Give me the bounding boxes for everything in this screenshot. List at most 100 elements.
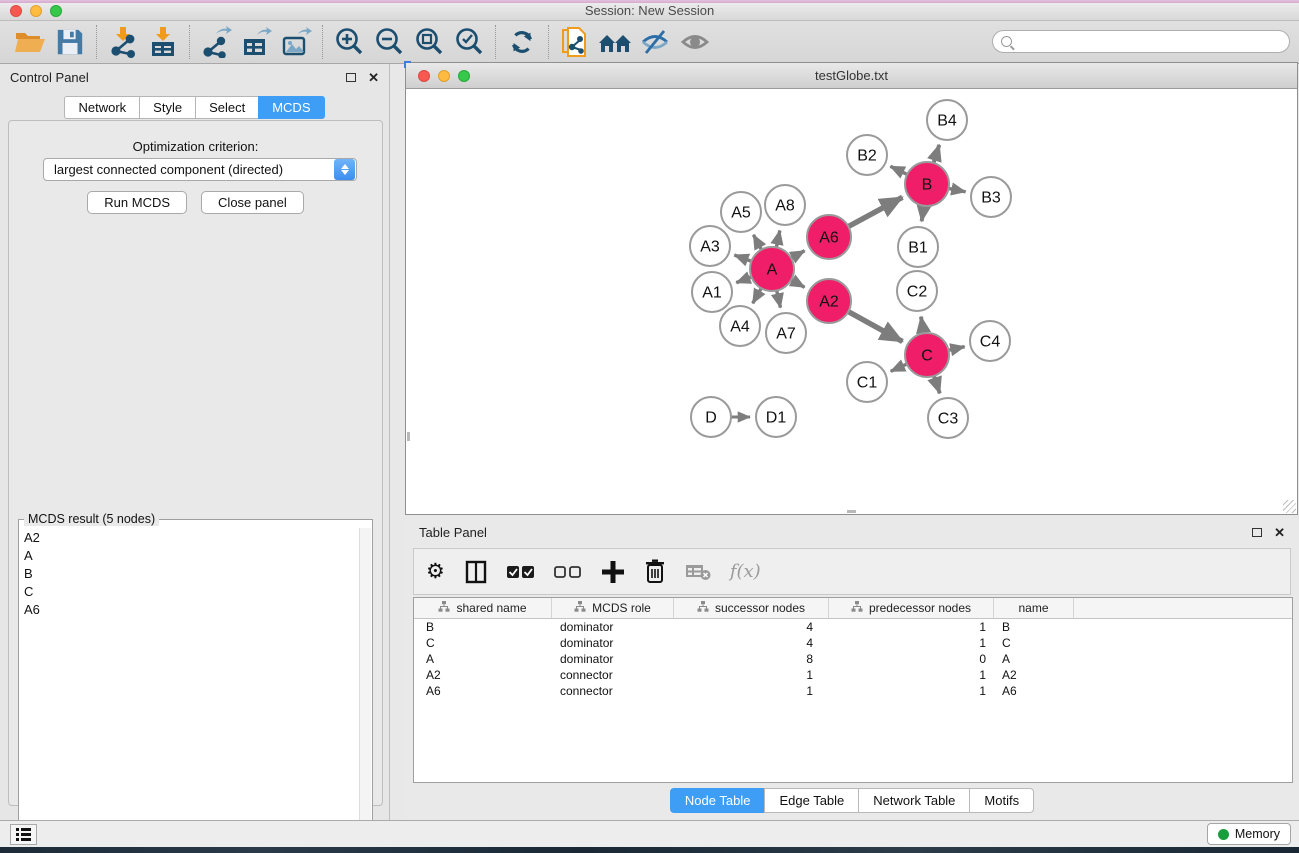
cell-predecessor-nodes[interactable]: 1 [829,684,994,698]
graph-node-A1[interactable]: A1 [692,272,732,312]
cell-name[interactable]: A6 [994,684,1074,698]
close-panel-icon[interactable]: ✕ [368,71,379,84]
result-item[interactable]: C [19,582,358,600]
graph-node-C3[interactable]: C3 [928,398,968,438]
edge-B-B4[interactable] [933,145,939,165]
cell-successor-nodes[interactable]: 1 [674,668,829,682]
table-row[interactable]: A6connector11A6 [414,683,1292,699]
float-panel-icon[interactable] [346,73,356,82]
graph-node-D[interactable]: D [691,397,731,437]
cell-predecessor-nodes[interactable]: 0 [829,652,994,666]
result-item[interactable]: A [19,546,358,564]
cell-predecessor-nodes[interactable]: 1 [829,636,994,650]
zoom-fit-button[interactable] [409,23,449,61]
graph-node-A[interactable]: A [750,247,794,291]
resize-grip-icon[interactable] [1283,500,1296,513]
graph-node-B2[interactable]: B2 [847,135,887,175]
cell-name[interactable]: C [994,636,1074,650]
graph-node-B4[interactable]: B4 [927,100,967,140]
function-builder-button[interactable]: f(x) [730,561,761,582]
graph-node-D1[interactable]: D1 [756,397,796,437]
export-table-button[interactable] [236,23,276,61]
cell-MCDS-role[interactable]: dominator [552,620,674,634]
close-panel-button[interactable]: Close panel [201,191,304,214]
column-layout-button[interactable] [464,560,488,584]
home-button[interactable] [595,23,635,61]
run-mcds-button[interactable]: Run MCDS [87,191,187,214]
task-history-button[interactable] [10,824,37,845]
graph-node-B[interactable]: B [905,162,949,206]
graph-node-A8[interactable]: A8 [765,185,805,225]
import-table-button[interactable] [143,23,183,61]
open-file-button[interactable] [10,23,50,61]
close-window-button[interactable] [10,5,22,17]
table-settings-button[interactable]: ⚙ [426,561,445,582]
show-panel-button[interactable] [675,23,715,61]
cell-successor-nodes[interactable]: 4 [674,636,829,650]
zoom-in-button[interactable] [329,23,369,61]
cell-MCDS-role[interactable]: dominator [552,652,674,666]
cell-name[interactable]: A2 [994,668,1074,682]
cell-name[interactable]: A [994,652,1074,666]
horizontal-scroll-thumb[interactable] [847,510,856,513]
select-all-button[interactable] [507,565,535,579]
table-row[interactable]: Cdominator41C [414,635,1292,651]
result-item[interactable]: A6 [19,600,358,618]
deselect-all-button[interactable] [554,565,582,579]
column-header-successor-nodes[interactable]: successor nodes [674,598,829,618]
network-minimize-button[interactable] [438,70,450,82]
graph-node-A7[interactable]: A7 [766,313,806,353]
tab-select[interactable]: Select [195,96,258,119]
close-table-panel-icon[interactable]: ✕ [1274,526,1285,539]
cell-MCDS-role[interactable]: connector [552,668,674,682]
graph-node-A3[interactable]: A3 [690,226,730,266]
search-box[interactable] [992,30,1290,53]
edge-A-A3[interactable] [734,255,753,262]
zoom-out-button[interactable] [369,23,409,61]
graph-node-A4[interactable]: A4 [720,306,760,346]
edge-A6-B[interactable] [847,197,903,227]
tab-mcds[interactable]: MCDS [258,96,324,119]
cell-MCDS-role[interactable]: connector [552,684,674,698]
add-column-button[interactable] [601,560,625,584]
cell-shared-name[interactable]: B [414,620,552,634]
tab-network-table[interactable]: Network Table [858,788,969,813]
column-header-predecessor-nodes[interactable]: predecessor nodes [829,598,994,618]
refresh-button[interactable] [502,23,542,61]
cell-shared-name[interactable]: A6 [414,684,552,698]
cell-successor-nodes[interactable]: 1 [674,684,829,698]
tab-network[interactable]: Network [64,96,139,119]
vertical-scroll-thumb[interactable] [407,432,410,441]
network-maximize-button[interactable] [458,70,470,82]
hide-panel-button[interactable] [635,23,675,61]
result-item[interactable]: B [19,564,358,582]
cell-name[interactable]: B [994,620,1074,634]
import-network-button[interactable] [103,23,143,61]
result-scrollbar[interactable] [359,528,371,853]
graph-node-A2[interactable]: A2 [807,279,851,323]
export-image-button[interactable] [276,23,316,61]
graph-node-C2[interactable]: C2 [897,271,937,311]
cell-predecessor-nodes[interactable]: 1 [829,668,994,682]
save-session-button[interactable] [50,23,90,61]
maximize-window-button[interactable] [50,5,62,17]
cell-MCDS-role[interactable]: dominator [552,636,674,650]
memory-button[interactable]: Memory [1207,823,1291,845]
graph-node-A6[interactable]: A6 [807,215,851,259]
clone-network-button[interactable] [555,23,595,61]
column-header-shared-name[interactable]: shared name [414,598,552,618]
cell-shared-name[interactable]: C [414,636,552,650]
cell-successor-nodes[interactable]: 8 [674,652,829,666]
delete-table-button[interactable] [685,563,711,581]
network-window-titlebar[interactable]: testGlobe.txt [406,63,1297,89]
table-row[interactable]: Bdominator41B [414,619,1292,635]
network-graph-canvas[interactable]: AA1A3A5A8A4A7A6A2BB2B4B3B1CC2C4C1C3DD1 [406,89,1297,514]
cell-shared-name[interactable]: A [414,652,552,666]
edge-A2-C[interactable] [847,311,903,342]
delete-column-button[interactable] [644,559,666,584]
edge-C-C3[interactable] [933,374,939,393]
table-row[interactable]: Adominator80A [414,651,1292,667]
minimize-window-button[interactable] [30,5,42,17]
network-close-button[interactable] [418,70,430,82]
tab-node-table[interactable]: Node Table [670,788,765,813]
